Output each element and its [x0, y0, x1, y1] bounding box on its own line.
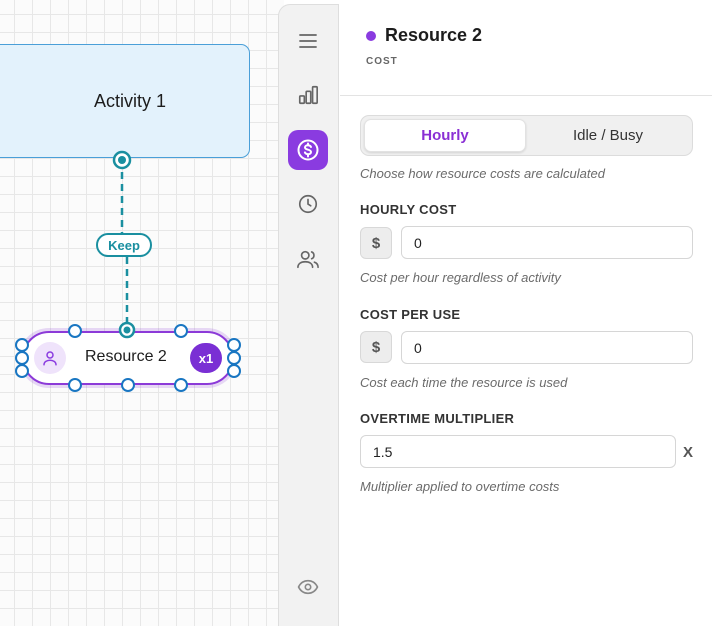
keep-badge[interactable]: Keep — [96, 233, 152, 257]
hourly-cost-input[interactable] — [401, 226, 693, 259]
resource-input-port[interactable] — [117, 320, 137, 340]
resize-handle[interactable] — [68, 324, 82, 338]
stats-tab-button[interactable] — [288, 75, 328, 115]
overtime-multiplier-input[interactable] — [360, 435, 676, 468]
resize-handle[interactable] — [227, 351, 241, 365]
schedule-tab-button[interactable] — [288, 184, 328, 224]
resize-handle[interactable] — [15, 338, 29, 352]
panel-subtitle: COST — [366, 56, 398, 67]
overtime-multiplier-suffix: X — [683, 444, 694, 461]
resize-handle[interactable] — [174, 324, 188, 338]
side-rail — [278, 4, 339, 626]
resource-color-dot — [366, 31, 376, 41]
hourly-cost-currency: $ — [360, 227, 392, 259]
activity-node[interactable]: Activity 1 — [0, 44, 250, 158]
toggle-idle-busy[interactable]: Idle / Busy — [527, 119, 689, 152]
visibility-button[interactable] — [288, 567, 328, 607]
eye-icon — [297, 579, 319, 595]
toggle-hourly[interactable]: Hourly — [364, 119, 526, 152]
properties-panel: Resource 2 COST Hourly Idle / Busy Choos… — [340, 0, 712, 626]
resize-handle[interactable] — [174, 378, 188, 392]
hourly-cost-label: HOURLY COST — [360, 202, 457, 217]
resource-node-label: Resource 2 — [85, 348, 167, 365]
user-icon — [43, 351, 57, 366]
resize-handle[interactable] — [227, 364, 241, 378]
dollar-icon — [297, 139, 319, 161]
resize-handle[interactable] — [227, 338, 241, 352]
panel-title: Resource 2 — [385, 25, 483, 45]
resource-count-badge: x1 — [190, 343, 222, 373]
users-icon — [297, 250, 319, 269]
clock-icon — [298, 194, 318, 214]
diagram-canvas[interactable]: Activity 1 Keep Resource 2 x1 — [0, 0, 284, 626]
overtime-multiplier-hint: Multiplier applied to overtime costs — [360, 479, 560, 494]
avatar — [34, 342, 66, 374]
resize-handle[interactable] — [15, 351, 29, 365]
team-tab-button[interactable] — [288, 239, 328, 279]
cost-mode-hint: Choose how resource costs are calculated — [360, 166, 605, 181]
resize-handle[interactable] — [68, 378, 82, 392]
resize-handle[interactable] — [121, 378, 135, 392]
resize-handle[interactable] — [15, 364, 29, 378]
cost-mode-toggle: Hourly Idle / Busy — [360, 115, 693, 156]
chart-icon — [298, 85, 318, 105]
activity-output-port[interactable] — [112, 150, 132, 170]
menu-icon — [299, 34, 317, 48]
cost-per-use-currency: $ — [360, 331, 392, 363]
hourly-cost-hint: Cost per hour regardless of activity — [360, 270, 561, 285]
cost-per-use-input[interactable] — [401, 331, 693, 364]
cost-tab-button[interactable] — [288, 130, 328, 170]
overtime-multiplier-label: OVERTIME MULTIPLIER — [360, 411, 515, 426]
cost-per-use-label: COST PER USE — [360, 307, 461, 322]
menu-button[interactable] — [288, 21, 328, 61]
cost-per-use-hint: Cost each time the resource is used — [360, 375, 568, 390]
activity-node-label: Activity 1 — [93, 90, 167, 111]
panel-header: Resource 2 COST — [340, 0, 712, 96]
